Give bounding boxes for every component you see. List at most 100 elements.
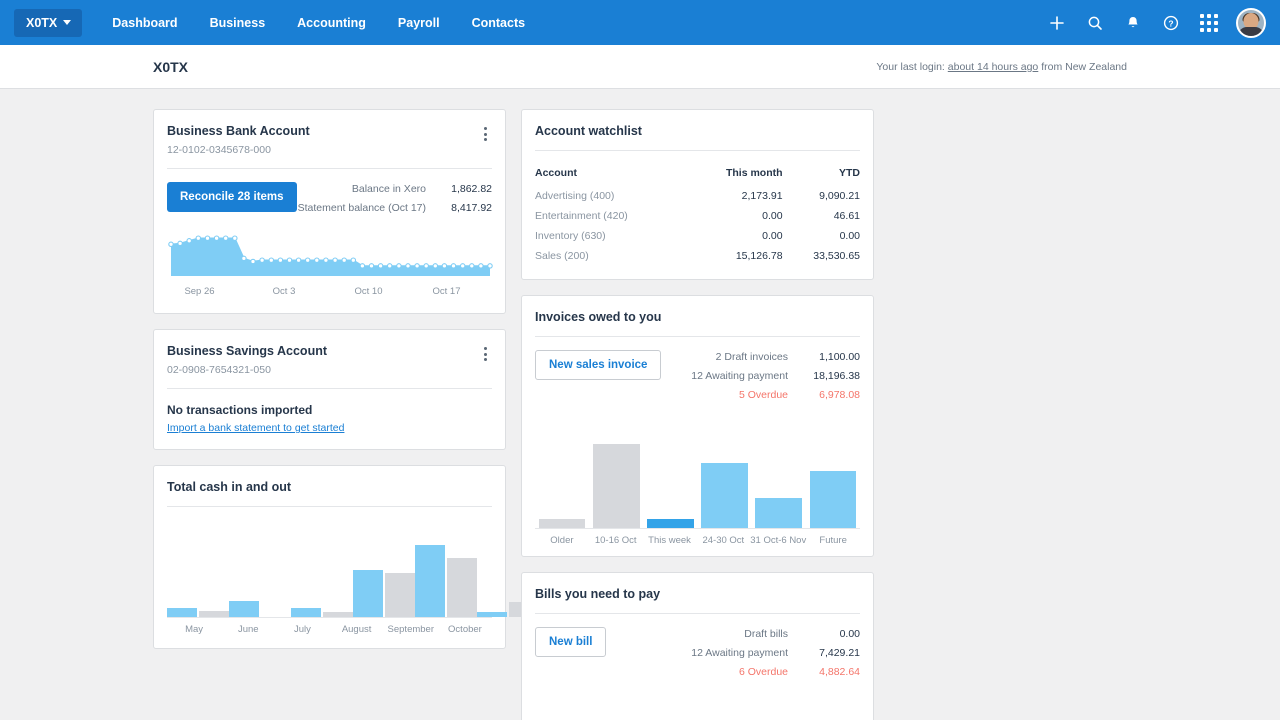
table-row[interactable]: Entertainment (420)0.0046.61 (535, 206, 860, 226)
watchlist-divider (535, 150, 860, 151)
invoices-chart-slot (589, 434, 643, 528)
watchlist-this-month-value: 2,173.91 (689, 186, 783, 206)
page-title: X0TX (153, 59, 188, 75)
new-sales-invoice-button[interactable]: New sales invoice (535, 350, 661, 380)
nav-link-business[interactable]: Business (194, 10, 282, 36)
cash-bar (447, 558, 477, 617)
savings-card-header: Business Savings Account 02-0908-7654321… (167, 344, 492, 376)
bill-summary-value: 4,882.64 (802, 665, 860, 679)
invoices-chart-label: 10-16 Oct (589, 535, 643, 546)
watchlist-account-name: Advertising (400) (535, 186, 689, 206)
table-row[interactable]: Inventory (630)0.000.00 (535, 226, 860, 246)
bill-summary-row[interactable]: Draft bills0.00 (691, 627, 860, 641)
invoices-chart-label: 31 Oct-6 Nov (750, 535, 806, 546)
search-icon[interactable] (1078, 6, 1112, 40)
import-bank-statement-link[interactable]: Import a bank statement to get started (167, 422, 344, 434)
help-icon[interactable]: ? (1154, 6, 1188, 40)
bills-chart-slot (589, 711, 643, 720)
sparkline-svg (167, 226, 494, 278)
invoices-title: Invoices owed to you (535, 310, 860, 324)
cash-bar (477, 612, 507, 617)
cash-bar (323, 612, 353, 617)
apps-grid-icon[interactable] (1192, 6, 1226, 40)
cash-bar-label: October (438, 624, 492, 635)
savings-card-divider (167, 388, 492, 389)
bill-summary-row[interactable]: 12 Awaiting payment7,429.21 (691, 646, 860, 660)
total-cash-title: Total cash in and out (167, 480, 492, 494)
org-switcher-button[interactable]: X0TX (14, 9, 82, 37)
balance-in-xero-label: Balance in Xero (352, 182, 426, 197)
nav-link-dashboard[interactable]: Dashboard (96, 10, 193, 36)
invoice-summary-row[interactable]: 12 Awaiting payment18,196.38 (691, 369, 860, 383)
bank-card-summary: Reconcile 28 items Balance in Xero 1,862… (167, 169, 492, 220)
bill-summary-value: 0.00 (802, 627, 860, 641)
invoice-summary-row[interactable]: 5 Overdue 6,978.08 (691, 388, 860, 402)
invoices-chart-bar (593, 444, 640, 528)
sparkline-axis-labels: Sep 26Oct 3Oct 10Oct 17 (167, 286, 492, 300)
invoices-chart-label: This week (643, 535, 697, 546)
savings-card-more-options-icon[interactable] (479, 344, 492, 364)
statement-balance-row: Statement balance (Oct 17) 8,417.92 (298, 201, 492, 216)
bills-title: Bills you need to pay (535, 587, 860, 601)
invoice-summary-value: 6,978.08 (802, 388, 860, 402)
watchlist-ytd-value: 9,090.21 (783, 186, 860, 206)
watchlist-table-body: Advertising (400)2,173.919,090.21Enterta… (535, 186, 860, 266)
watchlist-col-account: Account (535, 163, 689, 186)
nav-link-accounting[interactable]: Accounting (281, 10, 382, 36)
sub-header-inner: X0TX Your last login: about 14 hours ago… (140, 59, 1140, 75)
total-cash-card: Total cash in and out MayJuneJulyAugustS… (153, 465, 506, 649)
watchlist-col-this-month: This month (689, 163, 783, 186)
watchlist-header-row: Account This month YTD (535, 163, 860, 186)
cash-bar-pair (167, 523, 229, 617)
bills-chart-slot (698, 711, 752, 720)
table-row[interactable]: Sales (200)15,126.7833,530.65 (535, 246, 860, 266)
invoices-chart-bar (647, 519, 694, 528)
watchlist-title: Account watchlist (535, 124, 860, 138)
invoice-summary-row[interactable]: 2 Draft invoices1,100.00 (691, 350, 860, 364)
left-column: Business Bank Account 12-0102-0345678-00… (153, 109, 506, 720)
cash-bar-pair (229, 523, 291, 617)
watchlist-card-body: Account watchlist Account This month YTD… (522, 110, 873, 279)
invoice-summary-label: 2 Draft invoices (716, 350, 788, 364)
nav-link-payroll[interactable]: Payroll (382, 10, 456, 36)
main-nav-links: Dashboard Business Accounting Payroll Co… (96, 10, 541, 36)
right-column: Account watchlist Account This month YTD… (521, 109, 874, 720)
invoices-chart-bar (810, 471, 857, 528)
avatar-body (1238, 27, 1264, 36)
bank-card-heading: Business Bank Account 12-0102-0345678-00… (167, 124, 310, 156)
watchlist-table: Account This month YTD Advertising (400)… (535, 163, 860, 266)
cash-bar-label: August (330, 624, 384, 635)
invoices-card-body: Invoices owed to you New sales invoice 2… (522, 296, 873, 420)
notifications-icon[interactable] (1116, 6, 1150, 40)
invoices-chart-slot (535, 434, 589, 528)
new-bill-button[interactable]: New bill (535, 627, 606, 657)
last-login-link[interactable]: about 14 hours ago (948, 61, 1039, 73)
total-cash-bar-labels: MayJuneJulyAugustSeptemberOctober (167, 624, 492, 635)
bank-card-body: Business Bank Account 12-0102-0345678-00… (154, 110, 505, 313)
bank-card-header: Business Bank Account 12-0102-0345678-00… (167, 124, 492, 156)
balance-in-xero-value: 1,862.82 (440, 182, 492, 197)
add-icon[interactable] (1040, 6, 1074, 40)
invoice-summary-label: 5 Overdue (739, 388, 788, 402)
cash-bar (199, 611, 229, 617)
bank-balance-list: Balance in Xero 1,862.82 Statement balan… (298, 182, 492, 220)
invoices-chart-bar (539, 519, 586, 529)
reconcile-button[interactable]: Reconcile 28 items (167, 182, 297, 212)
bills-to-pay-card: Bills you need to pay New bill Draft bil… (521, 572, 874, 720)
table-row[interactable]: Advertising (400)2,173.919,090.21 (535, 186, 860, 206)
bill-summary-row[interactable]: 6 Overdue4,882.64 (691, 665, 860, 679)
nav-link-contacts[interactable]: Contacts (456, 10, 541, 36)
sparkline-tick-label: Oct 17 (433, 286, 461, 297)
invoices-chart-wrap: Older10-16 OctThis week24-30 Oct31 Oct-6… (522, 420, 873, 556)
invoices-owed-card: Invoices owed to you New sales invoice 2… (521, 295, 874, 557)
statement-balance-label: Statement balance (Oct 17) (298, 201, 426, 216)
invoices-chart-bar (755, 498, 802, 528)
last-login-info: Your last login: about 14 hours ago from… (876, 61, 1127, 73)
cash-bar (167, 608, 197, 617)
bills-chart-slot (806, 711, 860, 720)
bank-card-more-options-icon[interactable] (479, 124, 492, 144)
bank-account-number: 12-0102-0345678-000 (167, 144, 310, 156)
business-savings-account-card: Business Savings Account 02-0908-7654321… (153, 329, 506, 450)
avatar[interactable] (1236, 8, 1266, 38)
account-watchlist-card: Account watchlist Account This month YTD… (521, 109, 874, 280)
